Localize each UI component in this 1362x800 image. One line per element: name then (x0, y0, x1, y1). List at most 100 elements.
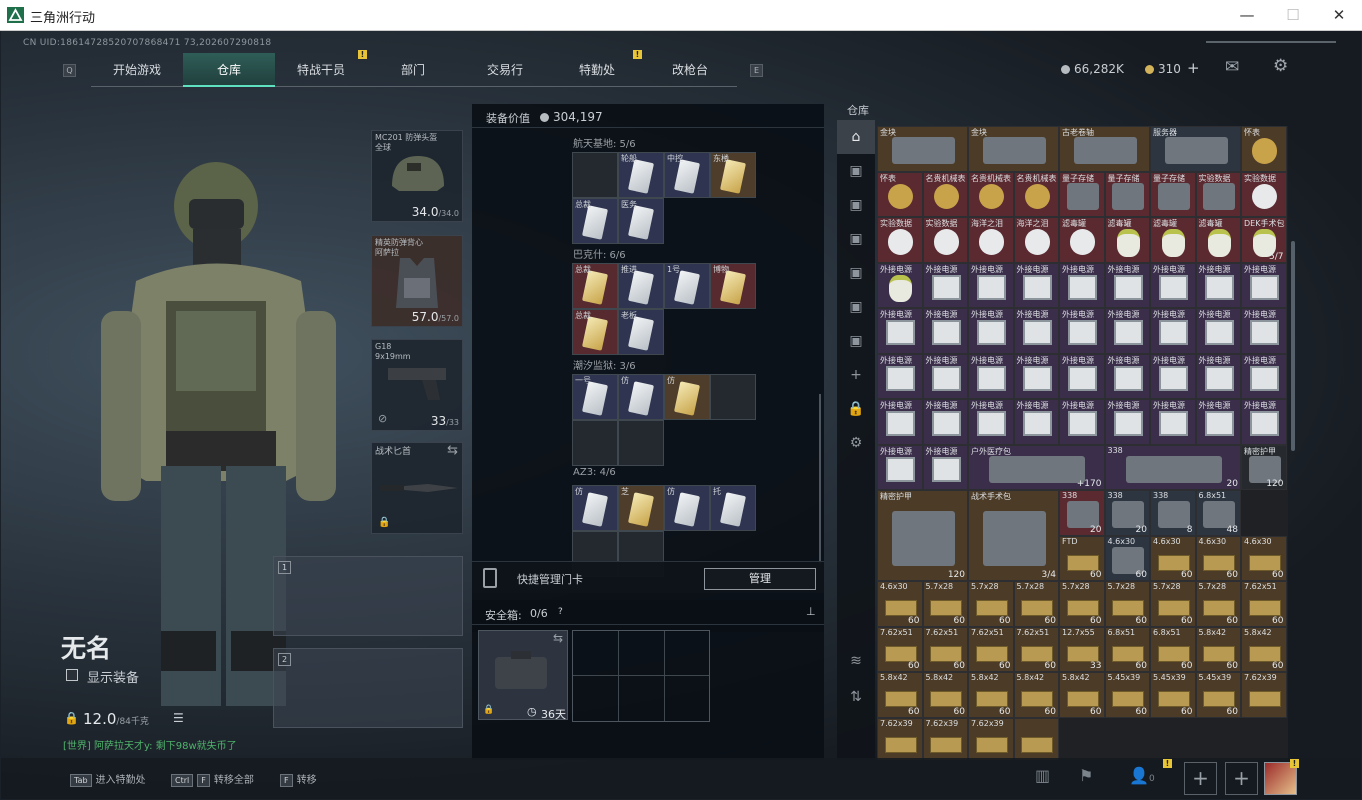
stash-item[interactable]: 滤毒罐 (1150, 217, 1196, 263)
stash-item[interactable]: 滤毒罐 (1059, 217, 1105, 263)
stash-filler[interactable]: 外接电源 (1104, 308, 1150, 354)
stash-filler[interactable]: 外接电源 (1150, 353, 1196, 399)
stash-item[interactable]: 6.8x51 60 (1104, 626, 1150, 672)
stash-filler[interactable]: 外接电源 (968, 308, 1014, 354)
stash-item[interactable]: 量子存储 (1150, 171, 1196, 217)
stash-item[interactable]: 338 8 (1150, 490, 1196, 536)
safe-box-item[interactable]: ⇆ 🔒 ◷ 36天 (478, 630, 568, 721)
stash-item[interactable]: 5.8x42 60 (1241, 626, 1287, 672)
stash-item[interactable]: 海洋之泪 (968, 217, 1014, 263)
help-icon[interactable]: ? (558, 607, 563, 617)
keycard-item[interactable]: 仿 (664, 374, 710, 420)
minimize-button[interactable]: — (1224, 0, 1270, 31)
keycard-empty-slot[interactable] (572, 420, 618, 466)
stash-filler[interactable]: 外接电源 (1059, 353, 1105, 399)
tab-special-ops[interactable]: 特勤处 (551, 53, 643, 87)
stash-filler[interactable]: 外接电源 (1241, 308, 1287, 354)
stash-item[interactable]: 量子存储 (1059, 171, 1105, 217)
stash-filler[interactable]: 外接电源 (968, 399, 1014, 445)
stash-item[interactable]: 7.62x51 60 (1241, 581, 1287, 627)
keycard-item[interactable]: 芝 (618, 485, 664, 531)
stash-item[interactable]: 名贵机械表 (922, 171, 968, 217)
stash-filler[interactable]: 外接电源 (1150, 399, 1196, 445)
stash-filler[interactable]: 外接电源 (1241, 262, 1287, 308)
add-teammate-button[interactable]: + (1184, 762, 1217, 795)
stash-item[interactable]: 金块 (968, 126, 1059, 172)
stash-filler[interactable]: 外接电源 (1104, 399, 1150, 445)
stash-layers-icon[interactable]: ≋ (837, 644, 875, 678)
nav-prev-key[interactable]: Q (63, 64, 76, 77)
stash-item[interactable]: 7.62x39 (1241, 672, 1287, 718)
stash-filler[interactable]: 外接电源 (922, 308, 968, 354)
stash-item[interactable]: 户外医疗包 +170 (968, 444, 1105, 490)
stash-filler[interactable]: 外接电源 (1059, 308, 1105, 354)
stash-item[interactable]: 5.7x28 60 (1059, 581, 1105, 627)
tab-warehouse[interactable]: 仓库 (183, 53, 275, 87)
armor-slot[interactable]: 精英防弹背心 阿萨拉 57.0/57.0 (371, 235, 463, 327)
stash-item[interactable]: 4.6x30 60 (877, 581, 923, 627)
stash-item[interactable]: 5.8x42 60 (877, 672, 923, 718)
stash-item[interactable]: 战术手术包 3/4 (968, 490, 1059, 581)
mail-icon[interactable]: ✉ (1225, 57, 1239, 77)
add-currency-button[interactable]: + (1187, 59, 1200, 77)
stash-item[interactable]: 实验数据 (1195, 171, 1241, 217)
keycard-item[interactable]: 总裁 (572, 198, 618, 244)
stash-item[interactable]: 6.8x51 48 (1195, 490, 1241, 536)
stash-item[interactable]: 实验数据 (922, 217, 968, 263)
stash-item[interactable]: 5.8x42 60 (922, 672, 968, 718)
keycard-item[interactable]: 仿 (618, 374, 664, 420)
stash-item[interactable]: 338 20 (1059, 490, 1105, 536)
stash-item[interactable]: 精密护甲 120 (877, 490, 968, 581)
stash-filler[interactable]: 外接电源 (1013, 262, 1059, 308)
stash-filler[interactable]: 外接电源 (1195, 399, 1241, 445)
stash-scrollbar[interactable] (1291, 241, 1295, 451)
stash-filler[interactable]: 外接电源 (877, 262, 923, 308)
stash-item[interactable]: 5.7x28 60 (1104, 581, 1150, 627)
flag-icon[interactable]: ⚑ (1079, 766, 1093, 785)
manage-button[interactable]: 管理 (704, 568, 816, 590)
stash-item[interactable]: 7.62x39 (968, 717, 1014, 760)
keycard-item[interactable]: 轮船 (618, 152, 664, 198)
stash-item[interactable]: DEK手术包 5/7 (1241, 217, 1287, 263)
sidearm-slot[interactable]: G18 9x19mm ⊘ 33/33 (371, 339, 463, 431)
nav-next-key[interactable]: E (750, 64, 763, 77)
stash-filler[interactable]: 外接电源 (1059, 399, 1105, 445)
stash-item[interactable]: 5.7x28 60 (968, 581, 1014, 627)
stash-item[interactable]: 7.62x39 (922, 717, 968, 760)
tab-start-game[interactable]: 开始游戏 (91, 53, 183, 87)
safe-box-grid[interactable] (572, 630, 710, 722)
stash-filler[interactable]: 外接电源 (1195, 353, 1241, 399)
stash-filler[interactable]: 外接电源 (922, 444, 968, 490)
stash-item[interactable]: 5.7x28 60 (922, 581, 968, 627)
hint-transfer[interactable]: F 转移 (280, 771, 317, 787)
keycard-item[interactable]: 托 (710, 485, 756, 531)
stash-item[interactable]: 海洋之泪 (1013, 217, 1059, 263)
stash-tab-3[interactable]: ▣ (837, 188, 875, 222)
stash-item[interactable]: 4.6x30 60 (1150, 535, 1196, 581)
stash-item[interactable]: 5.8x42 60 (968, 672, 1014, 718)
maximize-button[interactable]: ☐ (1270, 0, 1316, 31)
keycard-item[interactable]: 1号 (664, 263, 710, 309)
stash-filler[interactable]: 外接电源 (1013, 308, 1059, 354)
melee-slot[interactable]: 战术匕首 ⇆ 🔒 (371, 442, 463, 534)
tab-trade[interactable]: 交易行 (459, 53, 551, 87)
stash-item[interactable]: 实验数据 (877, 217, 923, 263)
stash-grid[interactable]: 金块 金块 古老卷轴 服务器 怀表 怀表 名贵机械表 名贵机械表 名贵机械表 量子存储 量子存储 量子… (877, 126, 1288, 760)
stash-item[interactable]: 名贵机械表 (968, 171, 1014, 217)
helmet-slot[interactable]: MC201 防弹头盔 全球 34.0/34.0 (371, 130, 463, 222)
stash-filler[interactable]: 外接电源 (1241, 353, 1287, 399)
list-icon[interactable]: ☰ (173, 711, 184, 725)
stash-item[interactable]: 5.7x28 60 (1150, 581, 1196, 627)
stash-filler[interactable]: 外接电源 (922, 353, 968, 399)
stash-filler[interactable]: 外接电源 (1195, 262, 1241, 308)
stats-chart-icon[interactable]: ▥ (1035, 766, 1050, 785)
stash-tab-2[interactable]: ▣ (837, 154, 875, 188)
stash-filler[interactable]: 外接电源 (1104, 262, 1150, 308)
stash-filler[interactable]: 外接电源 (1059, 262, 1105, 308)
stash-item[interactable]: 实验数据 (1241, 171, 1287, 217)
stash-item[interactable]: 服务器 (1150, 126, 1241, 172)
swap-icon[interactable]: ⇆ (553, 631, 563, 645)
stash-filler[interactable]: 外接电源 (1195, 308, 1241, 354)
tab-operators[interactable]: 特战干员 (275, 53, 367, 87)
stash-filler[interactable]: 外接电源 (877, 353, 923, 399)
